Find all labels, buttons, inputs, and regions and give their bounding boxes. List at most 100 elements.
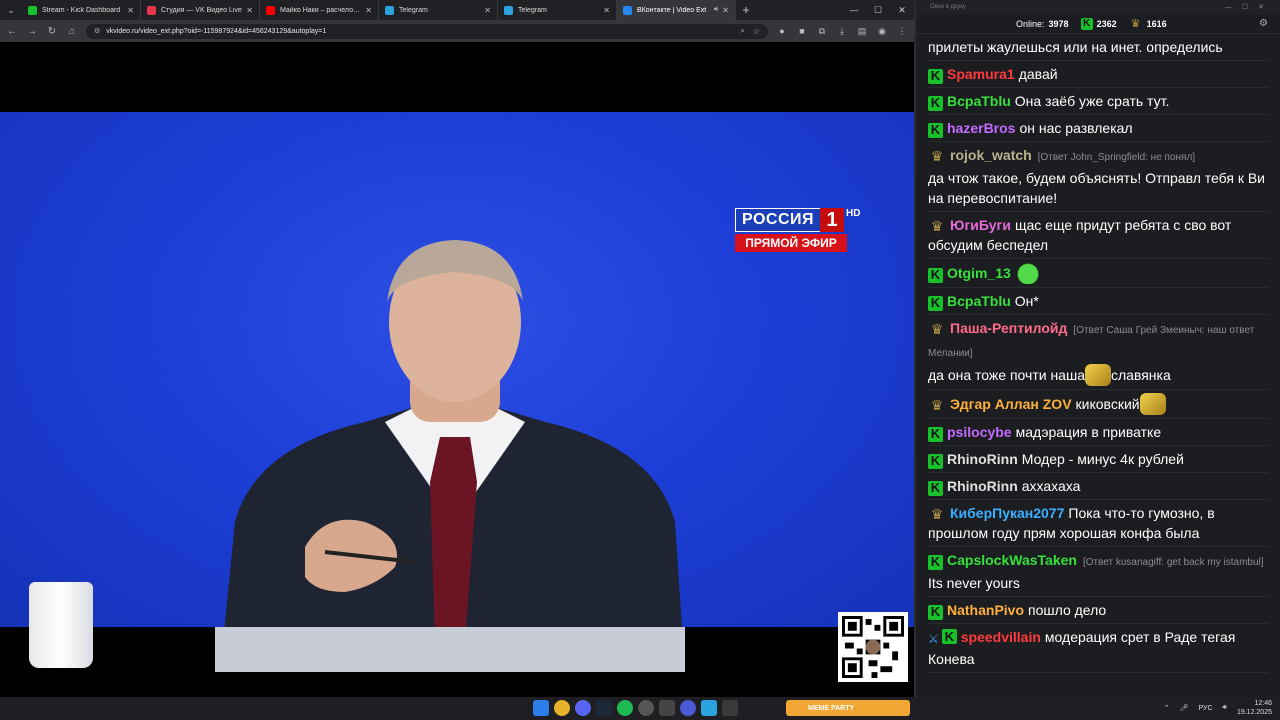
live-label: ПРЯМОЙ ЭФИР	[735, 234, 847, 252]
tab-label: Telegram	[518, 6, 547, 14]
chat-username[interactable]: speedvillain	[961, 629, 1041, 645]
extension-icon[interactable]: ●	[776, 26, 788, 36]
tab-search-icon[interactable]: ⌄	[0, 0, 22, 20]
tab-close-icon[interactable]: ✕	[365, 6, 372, 15]
obs-icon[interactable]	[638, 700, 654, 716]
browser-tab[interactable]: Stream - Kick Dashboard ✕	[22, 0, 141, 20]
chat-message: KhazerBros он нас развлекал	[928, 115, 1268, 142]
bookmark-star-icon[interactable]: ☆	[753, 27, 760, 36]
settings-icon[interactable]: ⚙	[1259, 18, 1268, 29]
discord-icon[interactable]	[575, 700, 591, 716]
favicon-icon	[623, 5, 632, 15]
chat-username[interactable]: Otgim_13	[947, 265, 1011, 281]
chat-username[interactable]: hazerBros	[947, 120, 1015, 136]
emote-icon	[1014, 262, 1041, 284]
forward-icon[interactable]: →	[26, 26, 38, 37]
meme-party-widget[interactable]: MEME PARTY	[786, 700, 910, 716]
tab-audio-icon[interactable]: 🔊︎	[714, 6, 718, 14]
chat-username[interactable]: Эдгар Аллан ZOV	[950, 396, 1072, 412]
chat-username[interactable]: ЮгиБуги	[950, 217, 1011, 233]
app-icon[interactable]	[680, 700, 696, 716]
tray-chevron-icon[interactable]: ⌃	[1164, 704, 1170, 712]
start-icon[interactable]	[533, 700, 549, 716]
chat-window-title: Окно в друку	[930, 4, 966, 10]
steam-icon[interactable]	[596, 700, 612, 716]
message-badges: ♛	[928, 218, 946, 234]
volume-icon[interactable]: 🔊︎	[1223, 704, 1227, 712]
tab-close-icon[interactable]: ✕	[246, 6, 253, 15]
kick-icon: K	[928, 554, 943, 570]
message-badges: ⚔ K	[928, 629, 957, 649]
clock[interactable]: 12:46 19.12.2025	[1237, 699, 1272, 717]
chat-messages[interactable]: прилеты жаулешься или на инет. определис…	[916, 34, 1280, 697]
chat-message: K RhinoRinn Модер - минус 4к рублей	[928, 446, 1268, 473]
tab-close-icon[interactable]: ✕	[603, 6, 610, 15]
app-icon[interactable]	[722, 700, 738, 716]
video-frame: РОССИЯ 1 HD ПРЯМОЙ ЭФИР	[0, 112, 914, 672]
chat-message-text: Модер - минус 4к рублей	[1021, 451, 1184, 467]
app-icon[interactable]	[659, 700, 675, 716]
toolbar: ← → ↻ ⌂ ⚙ vkvideo.ru/video_ext.php?oid=-…	[0, 20, 914, 42]
chat-message-text: да она тоже почти наша	[928, 367, 1085, 383]
menu-icon[interactable]: ⋮	[896, 26, 908, 37]
system-tray: ⌃ 🎤︎ РУС 🔊︎ 12:46 19.12.2025	[1164, 699, 1272, 717]
home-icon[interactable]: ⌂	[66, 26, 78, 37]
message-badges: ♛	[928, 148, 946, 164]
tab-close-icon[interactable]: ✕	[484, 6, 491, 15]
chat-username[interactable]: КиберПукан2077	[950, 505, 1064, 521]
address-bar[interactable]: ⚙ vkvideo.ru/video_ext.php?oid=-11598792…	[86, 23, 768, 39]
message-badges: K	[928, 267, 943, 283]
mic-icon[interactable]: 🎤︎	[1180, 704, 1189, 712]
new-tab-button[interactable]: +	[736, 3, 756, 17]
message-badges: ♛	[928, 506, 946, 522]
video-player[interactable]: РОССИЯ 1 HD ПРЯМОЙ ЭФИР	[0, 42, 914, 697]
message-badges: K	[928, 95, 943, 111]
tab-close-icon[interactable]: ✕	[127, 6, 134, 15]
chat-message: ♛ rojok_watch [Ответ John_Springfield: не …	[928, 142, 1268, 212]
chat-stats-bar: Online: 3978 K 2362 ♛ 1616 ⚙	[916, 14, 1280, 34]
channel-number: 1	[820, 208, 845, 232]
extension-icon[interactable]: ■	[796, 26, 808, 36]
chat-username[interactable]: psilocybe	[947, 424, 1012, 440]
tab-close-icon[interactable]: ✕	[722, 6, 729, 15]
sidepanel-icon[interactable]: ▤	[856, 26, 868, 37]
tab-label: Майко Наки – расчеловечива…	[280, 6, 361, 14]
close-icon[interactable]: ✕	[890, 5, 914, 16]
language-indicator[interactable]: РУС	[1199, 705, 1213, 712]
browser-tab[interactable]: Студия — VK Видео Live ✕	[141, 0, 260, 20]
chat-window-controls[interactable]: —☐✕	[1225, 3, 1280, 11]
minimize-icon[interactable]: —	[842, 5, 866, 16]
reload-icon[interactable]: ↻	[46, 26, 58, 37]
chat-username[interactable]: BcpaTblu	[947, 293, 1011, 309]
chat-username[interactable]: Spamura1	[947, 66, 1015, 82]
chat-username[interactable]: RhinoRinn	[947, 451, 1018, 467]
chat-username[interactable]: Паша-Рептилойд	[950, 320, 1067, 336]
maximize-icon[interactable]: ☐	[866, 5, 890, 16]
profile-icon[interactable]: ◉	[876, 26, 888, 37]
chat-username[interactable]: CapslockWasTaken	[947, 552, 1077, 568]
crown-icon: ♛	[930, 506, 944, 522]
favicon-icon	[504, 5, 513, 15]
spotify-icon[interactable]	[617, 700, 633, 716]
chat-message-text: киковский	[1075, 396, 1140, 412]
kick-icon: K	[928, 122, 943, 138]
telegram-icon[interactable]	[701, 700, 717, 716]
zoom-icon[interactable]: ⌕	[740, 26, 744, 36]
chat-username[interactable]: RhinoRinn	[947, 478, 1018, 494]
browser-tab[interactable]: Telegram ✕	[379, 0, 498, 20]
site-info-icon[interactable]: ⚙	[94, 27, 100, 35]
clock-date: 19.12.2025	[1236, 709, 1272, 716]
chat-username[interactable]: BcpaTblu	[947, 93, 1011, 109]
taskbar-apps	[533, 700, 738, 716]
extensions-puzzle-icon[interactable]: ⧉	[816, 26, 828, 37]
chrome-icon[interactable]	[554, 700, 570, 716]
back-icon[interactable]: ←	[6, 26, 18, 37]
download-icon[interactable]: ⤓	[836, 26, 848, 37]
browser-tab[interactable]: Telegram ✕	[498, 0, 617, 20]
chat-username[interactable]: NathanPivo	[947, 602, 1024, 618]
browser-tab[interactable]: ВКонтакте | Video Ext 🔊︎ ✕	[617, 0, 736, 20]
chat-username[interactable]: rojok_watch	[950, 147, 1032, 163]
chat-message: K NathanPivo пошло дело	[928, 597, 1268, 624]
chat-message: ♛ Эдгар Аллан ZOV киковский	[928, 390, 1268, 419]
browser-tab[interactable]: Майко Наки – расчеловечива… ✕	[260, 0, 379, 20]
